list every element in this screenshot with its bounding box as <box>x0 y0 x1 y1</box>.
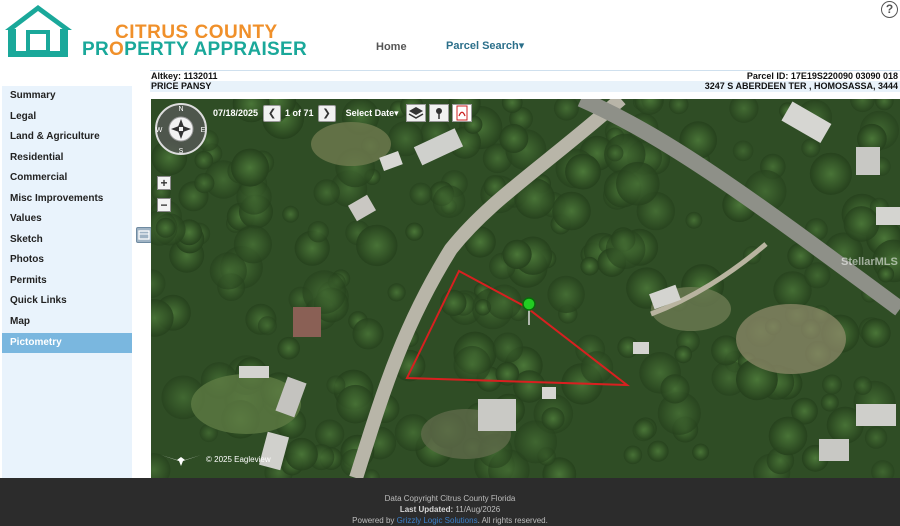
pin-tool-icon[interactable] <box>428 104 449 122</box>
sidebar-item-photos[interactable]: Photos <box>2 250 132 270</box>
sidebar-item-permits[interactable]: Permits <box>2 271 132 291</box>
last-updated-label: Last Updated: <box>399 505 454 514</box>
footer-rights: . All rights reserved. <box>477 516 548 525</box>
sidebar-item-land-agriculture[interactable]: Land & Agriculture <box>2 127 132 147</box>
image-date: 07/18/2025 <box>213 108 259 118</box>
footer-copyright: Data Copyright Citrus County Florida <box>384 494 516 503</box>
footer: Data Copyright Citrus County Florida Las… <box>0 478 900 526</box>
logo-subtitle: PROPERTY APPRAISER <box>82 39 307 61</box>
eagleview-logo-icon <box>161 455 201 466</box>
sidebar-item-quick-links[interactable]: Quick Links <box>2 291 132 311</box>
help-icon[interactable]: ? <box>881 1 898 18</box>
eagleview-credit: © 2025 Eagleview <box>159 451 271 467</box>
pdf-export-icon[interactable] <box>451 104 472 122</box>
logo-subtitle-a: PR <box>82 39 109 60</box>
chevron-left-icon[interactable]: ❮ <box>263 104 282 122</box>
compass-e: E <box>201 127 206 134</box>
sidebar: Summary Legal Land & Agriculture Residen… <box>2 86 132 478</box>
sidebar-item-sketch[interactable]: Sketch <box>2 230 132 250</box>
eagleview-copyright: © 2025 Eagleview <box>206 454 271 464</box>
chevron-right-icon[interactable]: ❯ <box>317 104 336 122</box>
map-toolbar: 07/18/2025 ❮ 1 of 71 ❯ Select Date▾ <box>213 104 472 122</box>
sidebar-item-misc-improvements[interactable]: Misc Improvements <box>2 189 132 209</box>
house-logo-icon <box>5 5 72 57</box>
zoom-in-button[interactable]: + <box>157 176 171 190</box>
aerial-image <box>151 99 900 478</box>
powered-by-link[interactable]: Grizzly Logic Solutions <box>397 516 478 525</box>
sidebar-item-legal[interactable]: Legal <box>2 107 132 127</box>
location-pin-icon[interactable] <box>522 297 536 311</box>
sidebar-item-commercial[interactable]: Commercial <box>2 168 132 188</box>
nav-home-link[interactable]: Home <box>376 41 407 53</box>
info-bar-bottom: PRICE PANSY 3247 S ABERDEEN TER , HOMOSA… <box>150 81 900 92</box>
footer-powered-by: Powered by Grizzly Logic Solutions. All … <box>0 515 900 526</box>
owner-name: PRICE PANSY <box>151 81 212 91</box>
compass-w: W <box>156 127 163 134</box>
powered-by-label: Powered by <box>352 516 395 525</box>
nav-parcel-search-dropdown[interactable]: Parcel Search▾ <box>446 39 524 52</box>
stellarmls-watermark: StellarMLS <box>841 256 898 268</box>
image-count: 1 of 71 <box>285 108 314 118</box>
info-bar-top: Altkey: 1132011 Parcel ID: 17E19S220090 … <box>150 70 900 81</box>
panel-toggle-glyph <box>138 230 150 240</box>
logo-subtitle-b: PERTY APPRAISER <box>124 39 308 60</box>
sidebar-item-summary[interactable]: Summary <box>2 86 132 106</box>
sidebar-item-values[interactable]: Values <box>2 209 132 229</box>
compass-s: S <box>179 148 184 155</box>
property-address: 3247 S ABERDEEN TER , HOMOSASSA, 3444 <box>704 81 898 91</box>
layers-icon[interactable] <box>405 104 426 122</box>
compass-navigation-icon[interactable]: N E S W <box>154 102 208 156</box>
page: { "header": { "logo_line1": "CITRUS COUN… <box>0 0 900 526</box>
sidebar-item-map[interactable]: Map <box>2 312 132 332</box>
compass-o: O <box>109 39 125 60</box>
select-date-dropdown[interactable]: Select Date▾ <box>346 108 399 119</box>
sidebar-item-residential[interactable]: Residential <box>2 148 132 168</box>
zoom-out-button[interactable]: − <box>157 198 171 212</box>
compass-n: N <box>178 106 183 113</box>
footer-last-updated: Last Updated: 11/Aug/2026 <box>0 504 900 515</box>
last-updated-value: 11/Aug/2026 <box>455 505 501 514</box>
pictometry-map[interactable]: N E S W 07/18/2025 ❮ 1 of 71 ❯ Select Da… <box>151 99 900 478</box>
panel-toggle-icon[interactable] <box>136 227 152 243</box>
logo[interactable]: CITRUS COUNTY PROPERTY APPRAISER <box>2 2 307 60</box>
sidebar-item-pictometry[interactable]: Pictometry <box>2 333 132 353</box>
